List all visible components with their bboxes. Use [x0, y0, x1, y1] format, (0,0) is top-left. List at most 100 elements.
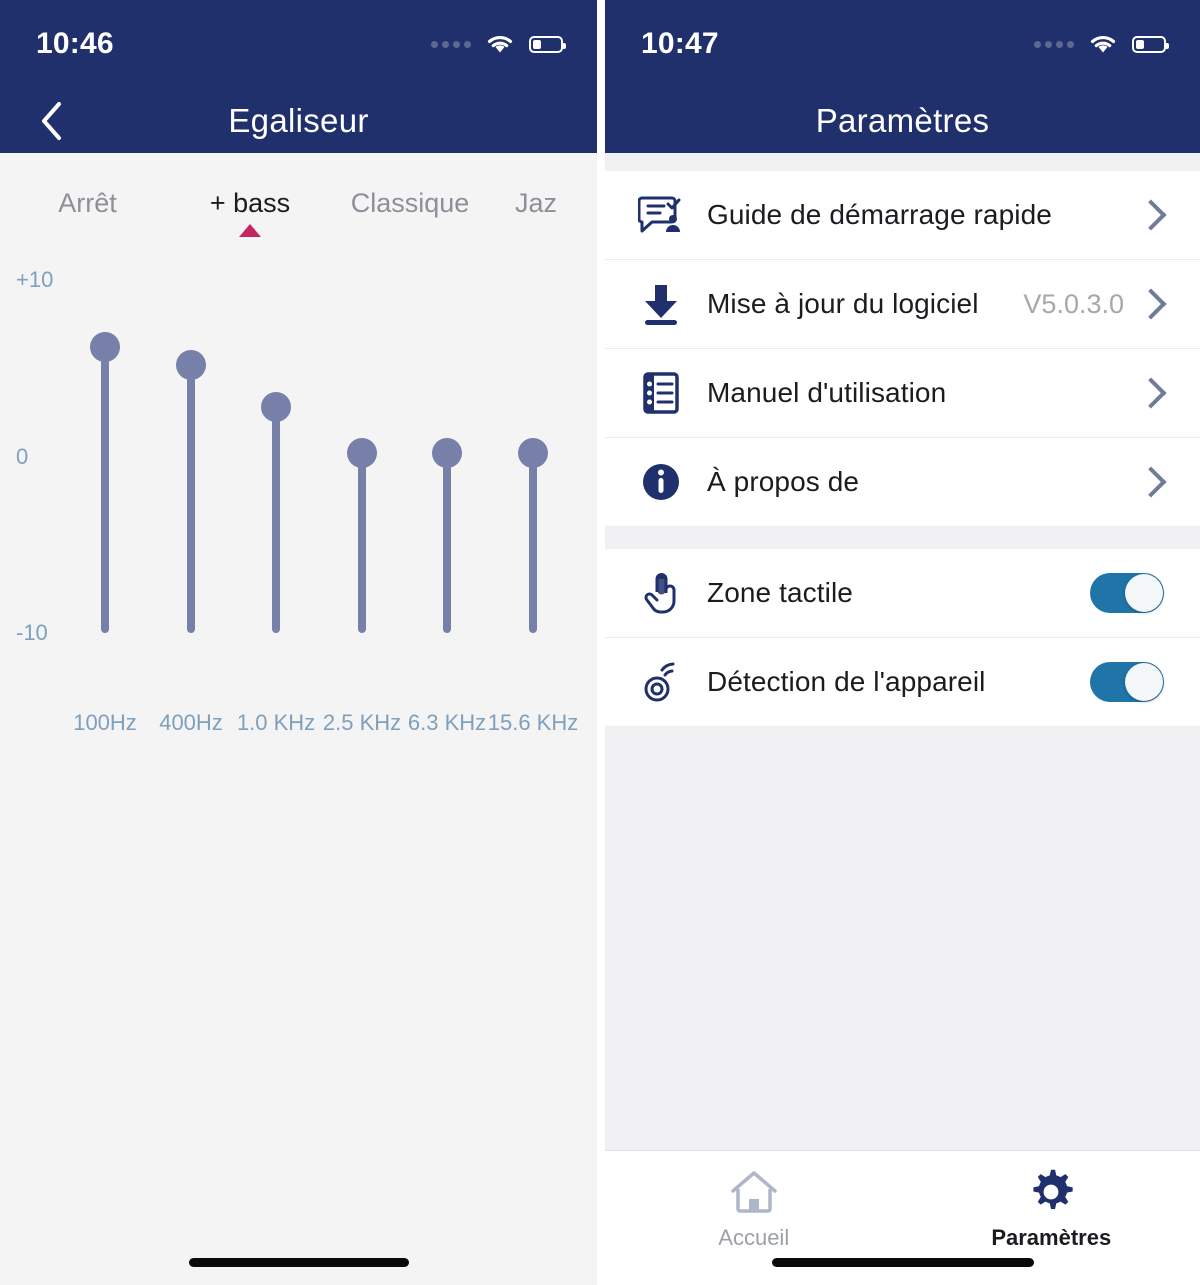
page-title: Paramètres: [815, 101, 990, 139]
eq-slider-track: [187, 364, 195, 633]
page-title: Egaliseur: [228, 101, 369, 139]
touch-hand-icon: [635, 570, 687, 616]
chevron-left-icon: [42, 101, 61, 140]
tab-label: Accueil: [718, 1225, 790, 1250]
eq-slider-track: [529, 452, 537, 633]
equalizer-body: Arrêt + bass Classique Jaz +10 0 -10 100…: [0, 153, 597, 1285]
settings-row-label: Détection de l'appareil: [707, 666, 986, 697]
preset-tab-classique[interactable]: Classique: [325, 188, 495, 233]
preset-label: + bass: [209, 188, 291, 218]
eq-slider[interactable]: [261, 250, 291, 700]
frequency-label: 100Hz: [73, 710, 137, 735]
frequency-axis-labels: 100Hz 400Hz 1.0 KHz 2.5 KHz 6.3 KHz 15.6 KHz: [0, 710, 597, 750]
settings-row-label: Mise à jour du logiciel: [707, 288, 979, 319]
gear-icon: [1033, 1169, 1073, 1210]
settings-screen: 10:47 Paramètres Guide de démarrage rapi…: [605, 0, 1200, 1285]
settings-row-label: Zone tactile: [707, 577, 853, 608]
nav-bar-left: Egaliseur: [0, 88, 597, 153]
frequency-label: 1.0 KHz: [236, 710, 316, 735]
eq-slider-knob[interactable]: [347, 437, 377, 468]
preset-tabs: Arrêt + bass Classique Jaz: [0, 153, 597, 238]
info-icon: [635, 460, 687, 504]
wifi-icon: [487, 36, 513, 53]
y-axis-label-plus10: +10: [16, 267, 54, 292]
nav-bar-right: Paramètres: [605, 88, 1200, 153]
toggle-thumb: [1125, 574, 1163, 612]
frequency-label: 15.6 KHz: [487, 710, 579, 735]
settings-list: Guide de démarrage rapide Mise à jour du…: [605, 153, 1200, 1150]
status-indicators: [431, 33, 566, 55]
preset-tab-jazz[interactable]: Jaz: [495, 188, 597, 233]
eq-slider[interactable]: [432, 250, 462, 700]
home-indicator-left: [188, 1258, 409, 1267]
preset-tab-arret[interactable]: Arrêt: [0, 188, 175, 233]
screenshot-root: 10:46 Egaliseur Arrêt + bass Classique J…: [0, 0, 1200, 1285]
status-clock: 10:47: [641, 27, 719, 60]
settings-row-user-manual[interactable]: Manuel d'utilisation: [605, 349, 1200, 438]
settings-row-software-update[interactable]: Mise à jour du logiciel V5.0.3.0: [605, 260, 1200, 349]
back-button[interactable]: [30, 100, 72, 142]
status-bar-left: 10:46: [0, 0, 597, 88]
preset-label: Arrêt: [58, 188, 117, 218]
y-axis-label-zero: 0: [16, 443, 29, 469]
wear-detection-icon: [635, 660, 687, 704]
settings-row-label: Guide de démarrage rapide: [707, 199, 1052, 230]
eq-slider[interactable]: [518, 250, 548, 700]
y-axis-label-minus10: -10: [16, 620, 48, 645]
battery-icon: [1132, 35, 1169, 53]
eq-slider-knob[interactable]: [90, 332, 120, 363]
manual-list-icon: [635, 371, 687, 415]
equalizer-screen: 10:46 Egaliseur Arrêt + bass Classique J…: [0, 0, 597, 1285]
frequency-label: 6.3 KHz: [407, 710, 487, 735]
eq-slider-knob[interactable]: [518, 437, 548, 468]
download-icon: [635, 282, 687, 326]
eq-slider-track: [272, 407, 280, 633]
signal-dots-icon: [431, 40, 471, 48]
battery-icon: [529, 35, 566, 53]
eq-slider[interactable]: [176, 250, 206, 700]
status-clock: 10:46: [36, 27, 114, 60]
chat-guide-icon: [635, 194, 687, 236]
screen-divider: [597, 0, 605, 1285]
settings-row-about[interactable]: À propos de: [605, 438, 1200, 527]
chevron-right-icon: [1135, 288, 1167, 320]
eq-slider-knob[interactable]: [176, 349, 206, 380]
toggle-wear-detection[interactable]: [1090, 662, 1164, 702]
equalizer-chart: +10 0 -10: [0, 250, 597, 700]
eq-slider[interactable]: [347, 250, 377, 700]
bottom-tab-bar: Accueil Paramètres: [605, 1150, 1200, 1285]
active-preset-indicator: [239, 224, 261, 237]
settings-row-label: À propos de: [707, 466, 860, 497]
settings-row-value: V5.0.3.0: [1023, 288, 1124, 319]
settings-row-wear-detection[interactable]: Détection de l'appareil: [605, 638, 1200, 727]
preset-tab-bass[interactable]: + bass: [175, 188, 325, 237]
eq-slider-knob[interactable]: [432, 437, 462, 468]
home-indicator-right: [771, 1258, 1034, 1267]
section-gap-middle: [605, 527, 1200, 549]
tab-label: Paramètres: [991, 1225, 1112, 1250]
eq-slider-track: [358, 452, 366, 633]
eq-slider-track: [101, 347, 109, 633]
toggle-thumb: [1125, 663, 1163, 701]
section-gap-bottom: [605, 727, 1200, 1150]
chevron-right-icon: [1135, 199, 1167, 231]
settings-row-label: Manuel d'utilisation: [707, 377, 947, 408]
frequency-label: 2.5 KHz: [322, 710, 402, 735]
eq-slider[interactable]: [90, 250, 120, 700]
status-bar-right: 10:47: [605, 0, 1200, 88]
eq-slider-track: [443, 452, 451, 633]
preset-label: Classique: [350, 188, 470, 218]
preset-label: Jaz: [515, 188, 558, 218]
wifi-icon: [1090, 36, 1116, 53]
frequency-label: 400Hz: [159, 710, 223, 735]
eq-slider-knob[interactable]: [261, 392, 291, 423]
settings-row-touch-zone[interactable]: Zone tactile: [605, 549, 1200, 638]
toggle-touch-zone[interactable]: [1090, 573, 1164, 613]
signal-dots-icon: [1034, 40, 1074, 48]
home-icon: [731, 1171, 777, 1213]
status-indicators: [1034, 33, 1169, 55]
chevron-right-icon: [1135, 466, 1167, 498]
settings-row-quickstart-guide[interactable]: Guide de démarrage rapide: [605, 171, 1200, 260]
section-gap-top: [605, 153, 1200, 171]
chevron-right-icon: [1135, 377, 1167, 409]
